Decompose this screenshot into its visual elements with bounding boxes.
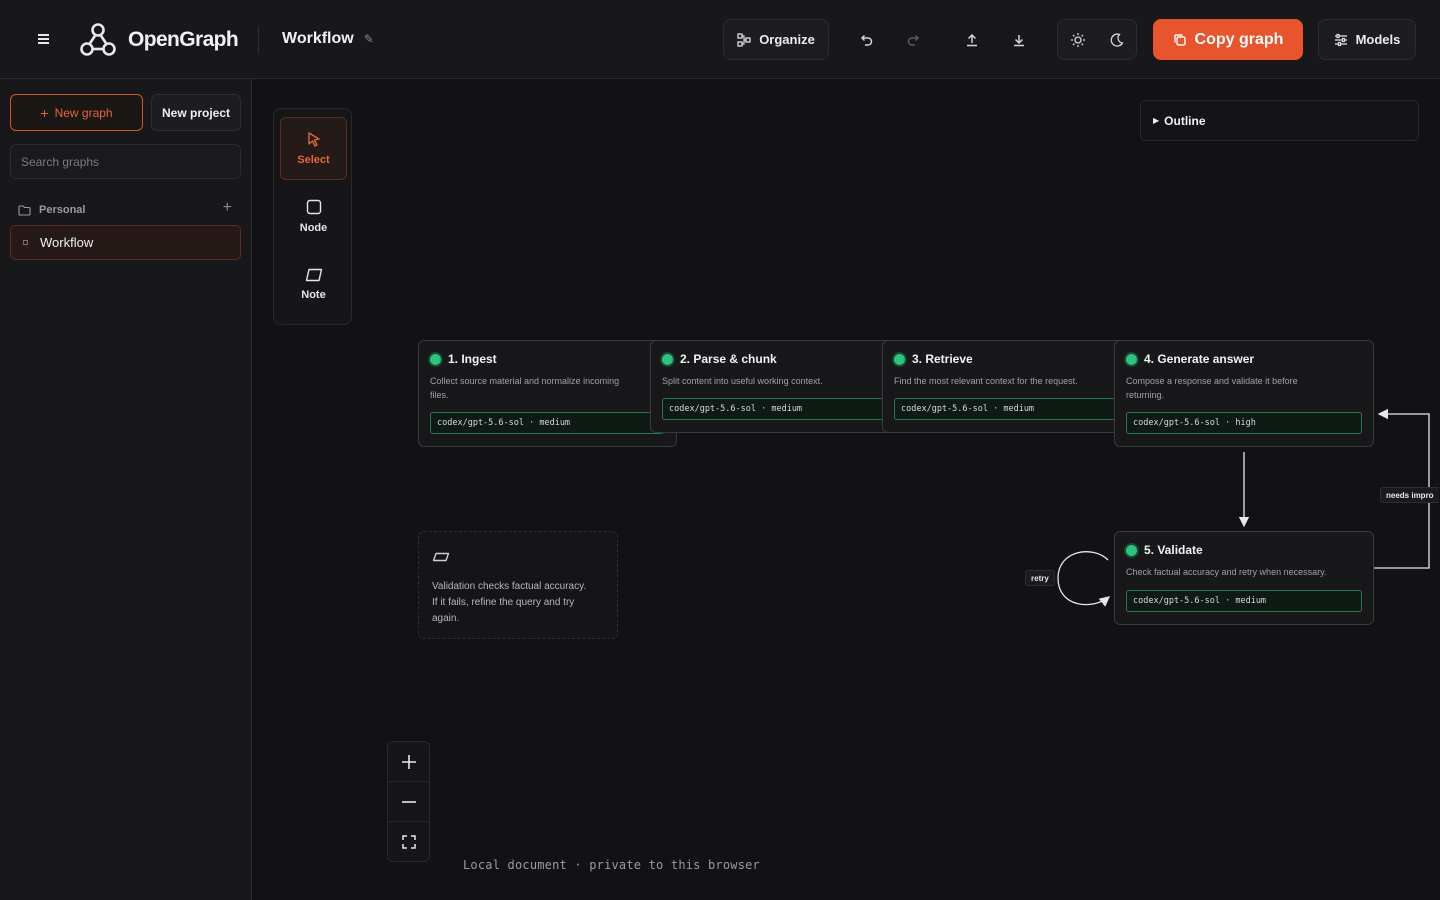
top-bar: OpenGraph Workflow ✎ Organize Copy graph… xyxy=(0,0,1440,79)
undo-icon xyxy=(860,34,873,46)
status-dot xyxy=(662,353,673,365)
new-graph-button[interactable]: + New graph xyxy=(10,94,143,131)
moon-icon[interactable] xyxy=(1109,32,1125,48)
node-model-badge[interactable]: codex/gpt-5.6-sol · medium xyxy=(662,398,896,420)
caret-right-icon: ▶ xyxy=(1153,116,1160,125)
divider xyxy=(258,26,259,54)
node-title: 1. Ingest xyxy=(448,352,497,366)
zoom-out-button[interactable] xyxy=(388,782,429,822)
sun-icon[interactable] xyxy=(1070,32,1086,48)
node-model-badge[interactable]: codex/gpt-5.6-sol · medium xyxy=(430,412,664,434)
node-title: 4. Generate answer xyxy=(1144,352,1255,366)
node-retrieve[interactable]: 3. Retrieve Find the most relevant conte… xyxy=(882,340,1141,433)
node-description: Compose a response and validate it befor… xyxy=(1126,376,1298,400)
square-icon xyxy=(306,199,321,215)
sliders-icon xyxy=(1334,33,1347,46)
graph-icon xyxy=(23,240,28,245)
status-dot xyxy=(1126,353,1137,365)
graph-logo-icon xyxy=(80,23,116,56)
document-title[interactable]: Workflow ✎ xyxy=(282,30,374,48)
fit-view-icon xyxy=(401,835,416,849)
add-icon[interactable]: + xyxy=(223,199,232,217)
redo-button[interactable] xyxy=(900,26,928,54)
models-button[interactable]: Models xyxy=(1318,19,1416,60)
copy-icon xyxy=(1173,33,1186,46)
note-card[interactable]: Validation checks factual accuracy. If i… xyxy=(418,531,618,639)
redo-icon xyxy=(907,34,920,46)
sidebar-item-label: Workflow xyxy=(40,235,94,250)
models-label: Models xyxy=(1355,32,1401,47)
node-validate[interactable]: 5. Validate Check factual accuracy and r… xyxy=(1114,531,1374,625)
node-title: 5. Validate xyxy=(1144,543,1203,557)
zoom-in-button[interactable] xyxy=(388,742,429,782)
status-dot xyxy=(1126,544,1137,556)
zoom-controls xyxy=(387,741,430,862)
document-title-text: Workflow xyxy=(282,30,354,47)
sidebar-item-workflow[interactable]: Workflow xyxy=(10,225,241,260)
search-input[interactable] xyxy=(10,144,241,179)
edge-retry-loop xyxy=(1057,551,1111,607)
organize-label: Organize xyxy=(759,32,815,47)
status-dot xyxy=(894,353,905,365)
tool-node-label: Node xyxy=(299,222,328,234)
organize-button[interactable]: Organize xyxy=(723,19,829,60)
node-parse-chunk[interactable]: 2. Parse & chunk Split content into usef… xyxy=(650,340,909,433)
tool-note[interactable]: Note xyxy=(280,253,347,316)
node-model-badge[interactable]: codex/gpt-5.6-sol · high xyxy=(1126,412,1362,434)
node-description: Find the most relevant context for the r… xyxy=(894,376,1078,386)
note-icon xyxy=(305,268,322,282)
undo-button[interactable] xyxy=(852,26,880,54)
node-generate-answer[interactable]: 4. Generate answer Compose a response an… xyxy=(1114,340,1374,447)
menu-icon[interactable] xyxy=(34,32,54,48)
node-title: 2. Parse & chunk xyxy=(680,352,777,366)
plus-icon xyxy=(401,754,416,769)
node-title: 3. Retrieve xyxy=(912,352,973,366)
fit-view-button[interactable] xyxy=(388,822,429,862)
plus-icon: + xyxy=(40,104,49,121)
note-icon xyxy=(432,552,450,562)
upload-button[interactable] xyxy=(958,26,986,54)
new-project-button[interactable]: New project xyxy=(151,94,241,131)
node-description: Split content into useful working contex… xyxy=(662,376,823,386)
tool-node[interactable]: Node xyxy=(280,185,347,248)
theme-toggle xyxy=(1057,19,1137,60)
tool-note-label: Note xyxy=(301,289,326,301)
download-icon xyxy=(1014,35,1024,47)
app-logo[interactable]: OpenGraph xyxy=(78,20,239,60)
edge-label-needs-improvement[interactable]: needs impro xyxy=(1380,487,1439,503)
folder-label: Personal xyxy=(39,204,86,216)
pencil-icon[interactable]: ✎ xyxy=(364,32,374,46)
download-button[interactable] xyxy=(1005,26,1033,54)
outline-panel[interactable]: ▶ Outline xyxy=(1140,100,1419,141)
node-description: Check factual accuracy and retry when ne… xyxy=(1126,567,1327,577)
copy-graph-button[interactable]: Copy graph xyxy=(1153,19,1303,60)
storage-status: Local document · private to this browser xyxy=(463,858,760,872)
node-description: Collect source material and normalize in… xyxy=(430,376,620,400)
node-model-badge[interactable]: codex/gpt-5.6-sol · medium xyxy=(1126,590,1362,612)
folder-icon xyxy=(18,204,31,216)
cursor-icon xyxy=(307,132,320,147)
graph-canvas[interactable]: Select Node Note ▶ Outline 1. Ingest Col… xyxy=(253,80,1440,900)
tool-palette: Select Node Note xyxy=(273,108,352,325)
node-model-badge[interactable]: codex/gpt-5.6-sol · medium xyxy=(894,398,1128,420)
tool-select[interactable]: Select xyxy=(280,117,347,180)
organize-icon xyxy=(737,32,751,47)
sidebar: + New graph New project Personal + Workf… xyxy=(0,79,252,900)
upload-icon xyxy=(967,33,977,47)
status-dot xyxy=(430,353,441,365)
minus-icon xyxy=(401,800,416,803)
outline-label: Outline xyxy=(1164,113,1206,128)
note-text: Validation checks factual accuracy. If i… xyxy=(432,581,587,624)
tool-select-label: Select xyxy=(297,154,330,166)
app-name: OpenGraph xyxy=(128,28,239,51)
edges-layer xyxy=(1057,408,1430,607)
new-graph-label: New graph xyxy=(54,105,113,120)
node-ingest[interactable]: 1. Ingest Collect source material and no… xyxy=(418,340,677,447)
copy-graph-label: Copy graph xyxy=(1194,30,1284,48)
folder-personal[interactable]: Personal + xyxy=(18,199,232,219)
edge-label-retry[interactable]: retry xyxy=(1025,570,1055,586)
